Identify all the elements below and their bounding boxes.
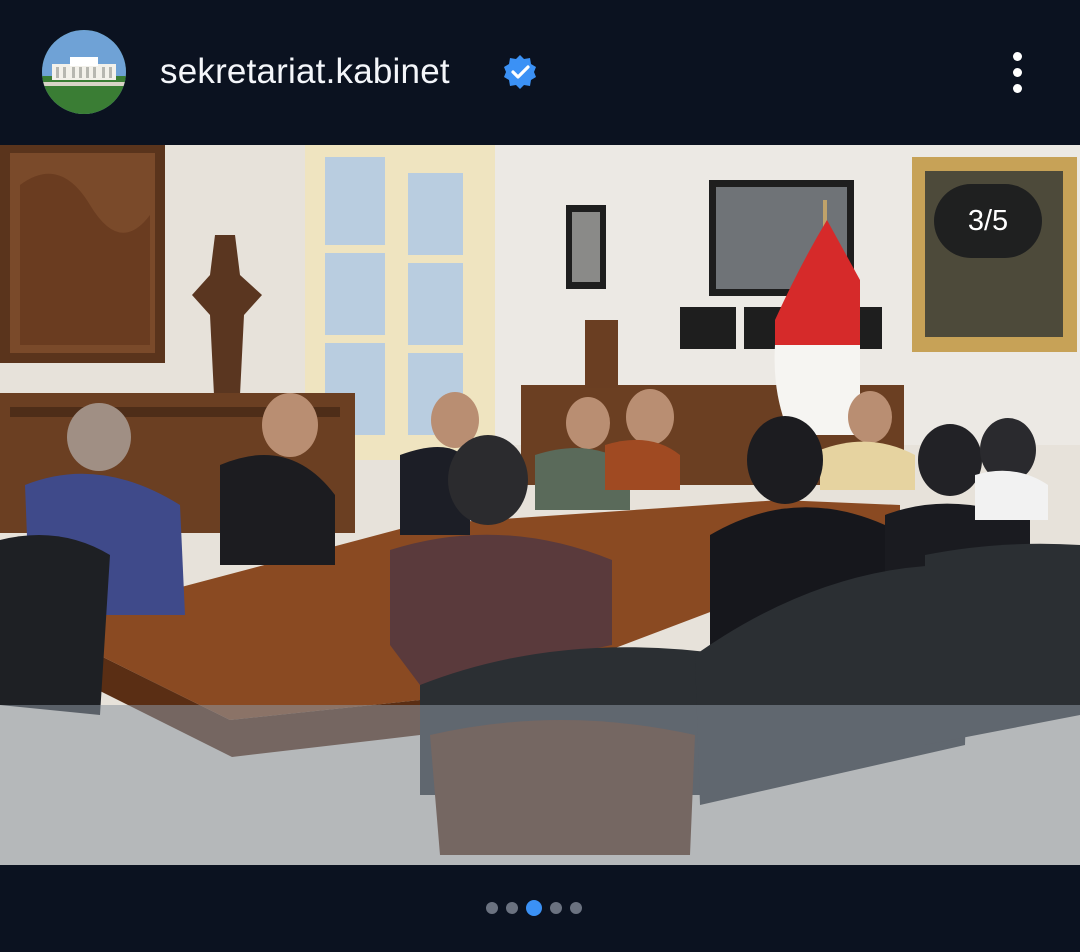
post-photo[interactable] [0, 145, 1080, 865]
more-options-button[interactable] [1000, 48, 1036, 96]
carousel-dot-2[interactable] [506, 902, 518, 914]
carousel-dot-1[interactable] [486, 902, 498, 914]
post-header: sekretariat.kabinet [0, 0, 1080, 145]
profile-avatar[interactable] [42, 30, 126, 114]
carousel-pagination [486, 900, 582, 916]
more-vertical-icon [1013, 52, 1022, 61]
building-avatar-icon [42, 30, 126, 114]
carousel-dot-4[interactable] [550, 902, 562, 914]
meeting-room-photo [0, 145, 1080, 865]
username[interactable]: sekretariat.kabinet [160, 50, 450, 94]
carousel-dot-3-active[interactable] [526, 900, 542, 916]
carousel-dot-5[interactable] [570, 902, 582, 914]
image-counter-badge: 3/5 [934, 184, 1042, 258]
verified-badge-icon [504, 55, 536, 89]
